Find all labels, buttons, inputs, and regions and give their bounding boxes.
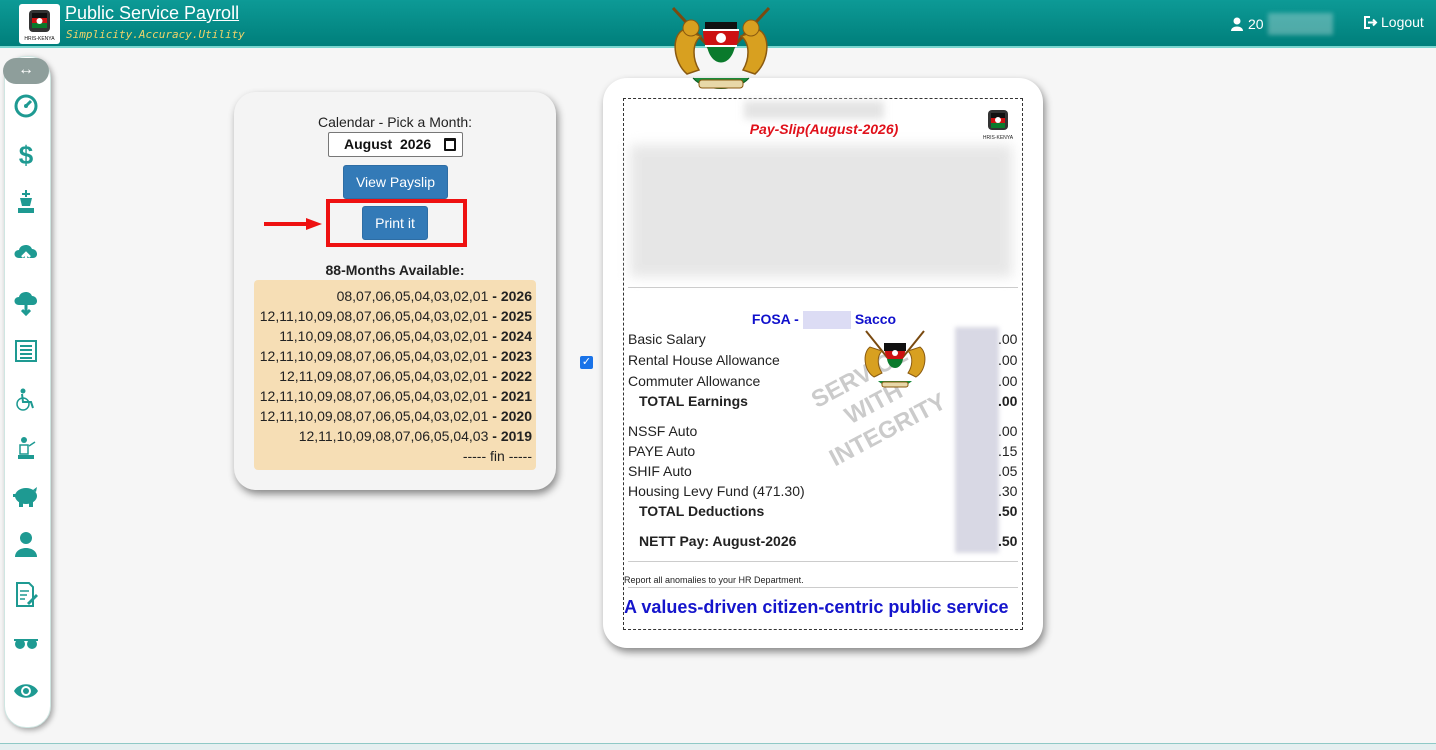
user-machine-icon[interactable]	[10, 432, 42, 464]
eye-icon[interactable]	[10, 675, 42, 707]
payslip-document: Pay-Slip(August-2026) HRIS-KENYA FOSA -S…	[623, 98, 1023, 630]
earning-label: Commuter Allowance	[628, 373, 761, 389]
report-note: Report all anomalies to your HR Departme…	[624, 575, 804, 585]
deduction-label: SHIF Auto	[628, 463, 692, 479]
calendar-icon[interactable]	[444, 138, 456, 151]
wheelchair-icon[interactable]	[10, 384, 42, 416]
deduction-amount: .05	[998, 463, 1018, 479]
list-item[interactable]: 12,11,10,09,08,07,06,05,04,03,02,01 - 20…	[254, 306, 532, 326]
coat-of-arms-emblem	[665, 0, 777, 96]
list-item[interactable]: 08,07,06,05,04,03,02,01 - 2026	[254, 286, 532, 306]
slip-logo-text: HRIS-KENYA	[983, 135, 1014, 141]
sidebar-toggle-button[interactable]: ↔	[3, 58, 49, 84]
payslip-title: Pay-Slip(August-2026)	[749, 121, 899, 137]
motto-text: A values-driven citizen-centric public s…	[624, 597, 1009, 617]
dashboard-icon[interactable]	[10, 90, 42, 122]
earning-label: Basic Salary	[628, 331, 706, 347]
deduction-label: NSSF Auto	[628, 423, 698, 439]
months-list: 08,07,06,05,04,03,02,01 - 2026 12,11,10,…	[254, 280, 536, 470]
svg-text:$: $	[19, 140, 34, 168]
hris-logo-small: HRIS-KENYA	[980, 107, 1016, 143]
list-icon[interactable]	[10, 335, 42, 367]
glasses-icon[interactable]	[10, 627, 42, 659]
user-profile-icon[interactable]	[10, 528, 42, 560]
redacted-header	[744, 101, 884, 119]
month-value: August 2026	[344, 136, 432, 152]
nett-pay-label: NETT Pay: August-2026	[639, 533, 797, 549]
logo-text: HRIS-KENYA	[24, 36, 55, 42]
divider	[628, 587, 1018, 588]
user-menu[interactable]: 20	[1230, 13, 1333, 35]
app-tagline: Simplicity.Accuracy.Utility	[66, 28, 245, 41]
deduction-label: Housing Levy Fund (471.30)	[628, 483, 805, 499]
earning-label: Rental House Allowance	[628, 352, 780, 368]
sacco-name-redacted	[802, 311, 851, 330]
total-earnings-label: TOTAL Earnings	[639, 393, 748, 409]
calendar-panel: Calendar - Pick a Month: August 2026 Vie…	[234, 92, 556, 490]
month-picker-input[interactable]: August 2026	[328, 132, 463, 157]
user-name-redacted	[1267, 13, 1333, 35]
hris-logo[interactable]: HRIS-KENYA	[19, 4, 60, 44]
document-edit-icon[interactable]	[10, 579, 42, 611]
total-deductions-label: TOTAL Deductions	[639, 503, 765, 519]
total-earnings-amount: .00	[998, 393, 1018, 409]
cloud-download-icon[interactable]	[10, 288, 42, 320]
earning-amount: .00	[998, 331, 1018, 347]
list-item[interactable]: 12,11,10,09,08,07,06,05,04,03,02,01 - 20…	[254, 386, 532, 406]
print-button[interactable]: Print it	[362, 206, 428, 240]
piggy-bank-icon[interactable]	[10, 480, 42, 512]
divider	[628, 561, 1018, 562]
app-title[interactable]: Public Service Payroll	[65, 3, 239, 24]
months-end-label: ----- fin -----	[462, 448, 532, 464]
user-icon	[1231, 17, 1243, 31]
user-id-label: 20	[1248, 16, 1264, 32]
earning-amount: .00	[998, 373, 1018, 389]
total-deductions-amount: .50	[998, 503, 1018, 519]
cloud-upload-icon[interactable]	[10, 238, 42, 270]
deduction-amount: .15	[998, 443, 1018, 459]
logout-link[interactable]: Logout	[1364, 14, 1424, 30]
sign-out-icon	[1364, 15, 1378, 29]
months-available-title: 88-Months Available:	[325, 262, 465, 278]
deduction-amount: .30	[998, 483, 1018, 499]
earning-amount: .00	[998, 352, 1018, 368]
list-item[interactable]: 11,10,09,08,07,06,05,04,03,02,01 - 2024	[254, 326, 532, 346]
divider	[628, 287, 1018, 288]
list-item[interactable]: 12,11,10,09,08,07,06,05,04,03,02,01 - 20…	[254, 346, 532, 366]
view-payslip-button[interactable]: View Payslip	[343, 165, 448, 199]
list-item[interactable]: 12,11,10,09,08,07,06,05,04,03,02,01 - 20…	[254, 406, 532, 426]
chess-king-icon[interactable]	[10, 186, 42, 218]
redacted-employee-details	[630, 145, 1012, 277]
footer-bar	[0, 743, 1436, 750]
coat-of-arms-watermark	[860, 327, 930, 393]
red-arrow-icon	[264, 218, 322, 230]
select-checkbox[interactable]: ✓	[580, 356, 593, 369]
list-item[interactable]: 12,11,10,09,08,07,06,05,04,03 - 2019	[254, 426, 532, 446]
dollar-icon[interactable]: $	[10, 138, 42, 170]
calendar-label: Calendar - Pick a Month:	[317, 114, 473, 130]
nett-pay-amount: .50	[998, 533, 1018, 549]
payslip-panel: Pay-Slip(August-2026) HRIS-KENYA FOSA -S…	[603, 78, 1043, 648]
logout-label: Logout	[1381, 14, 1424, 30]
deduction-label: PAYE Auto	[628, 443, 696, 459]
deduction-amount: .00	[998, 423, 1018, 439]
list-item[interactable]: 12,11,09,08,07,06,05,04,03,02,01 - 2022	[254, 366, 532, 386]
